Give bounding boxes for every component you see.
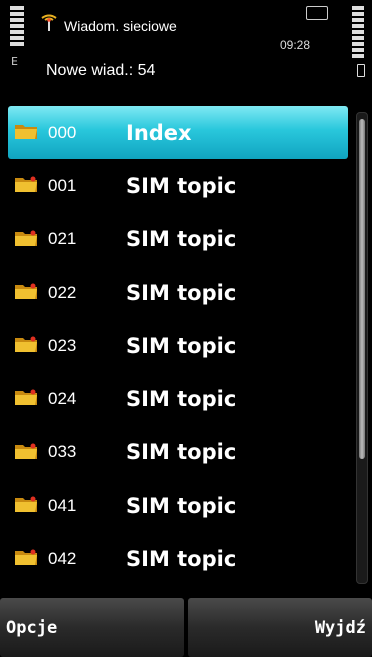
folder-icon bbox=[15, 549, 37, 566]
folder-icon bbox=[15, 336, 37, 353]
list-item[interactable]: 033 SIM topic bbox=[8, 426, 348, 479]
broadcast-antenna-icon bbox=[41, 14, 57, 31]
topic-label: SIM topic bbox=[126, 440, 237, 465]
scrollbar-thumb[interactable] bbox=[359, 119, 365, 459]
exit-softkey[interactable]: Wyjdź bbox=[188, 598, 372, 657]
folder-icon bbox=[15, 443, 37, 459]
battery-level-icon bbox=[352, 6, 364, 60]
topic-label: SIM topic bbox=[126, 547, 237, 572]
folder-icon bbox=[15, 389, 37, 406]
scrollbar[interactable] bbox=[356, 112, 368, 584]
topic-label: SIM topic bbox=[126, 280, 237, 305]
topic-label: SIM topic bbox=[126, 227, 237, 252]
topic-number: 023 bbox=[48, 335, 77, 355]
topic-list: 000 Index 001 SIM topic 021 SIM topic 022 SIM t… bbox=[8, 106, 348, 586]
list-item[interactable]: 001 SIM topic bbox=[8, 159, 348, 212]
list-item[interactable]: 022 SIM topic bbox=[8, 266, 348, 319]
signal-strength-icon bbox=[10, 6, 24, 48]
app-title: Wiadom. sieciowe bbox=[64, 18, 177, 34]
topic-label: SIM topic bbox=[126, 333, 237, 358]
new-messages-count: Nowe wiad.: 54 bbox=[46, 62, 156, 79]
topic-number: 042 bbox=[48, 549, 77, 569]
status-bar: E Wiadom. sieciowe 09:28 Nowe wiad.: 54 bbox=[0, 0, 372, 100]
list-item[interactable]: 023 SIM topic bbox=[8, 319, 348, 372]
battery-icon bbox=[357, 64, 365, 77]
list-item[interactable]: 042 SIM topic bbox=[8, 532, 348, 585]
list-item[interactable]: 000 Index bbox=[8, 106, 348, 160]
topic-number: 041 bbox=[48, 495, 77, 515]
options-softkey[interactable]: Opcje bbox=[0, 598, 184, 657]
folder-icon bbox=[15, 283, 37, 299]
topic-number: 021 bbox=[48, 229, 77, 249]
edge-indicator: E bbox=[11, 55, 18, 68]
folder-icon bbox=[15, 496, 37, 513]
list-item[interactable]: 021 SIM topic bbox=[8, 213, 348, 266]
topic-number: 024 bbox=[48, 389, 77, 409]
topic-label: SIM topic bbox=[126, 493, 237, 518]
list-item[interactable]: 041 SIM topic bbox=[8, 479, 348, 532]
topic-label: Index bbox=[126, 120, 192, 145]
topic-label: SIM topic bbox=[126, 173, 237, 198]
folder-icon bbox=[15, 230, 37, 246]
folder-icon bbox=[15, 125, 37, 139]
clock-time: 09:28 bbox=[280, 38, 311, 52]
message-envelope-icon bbox=[306, 6, 328, 20]
list-item[interactable]: 024 SIM topic bbox=[8, 372, 348, 425]
folder-icon bbox=[15, 176, 37, 193]
topic-number: 001 bbox=[48, 175, 77, 195]
topic-number: 033 bbox=[48, 442, 77, 462]
softkey-bar: Opcje Wyjdź bbox=[0, 598, 372, 657]
topic-number: 000 bbox=[48, 122, 77, 142]
topic-number: 022 bbox=[48, 282, 77, 302]
topic-label: SIM topic bbox=[126, 387, 237, 412]
